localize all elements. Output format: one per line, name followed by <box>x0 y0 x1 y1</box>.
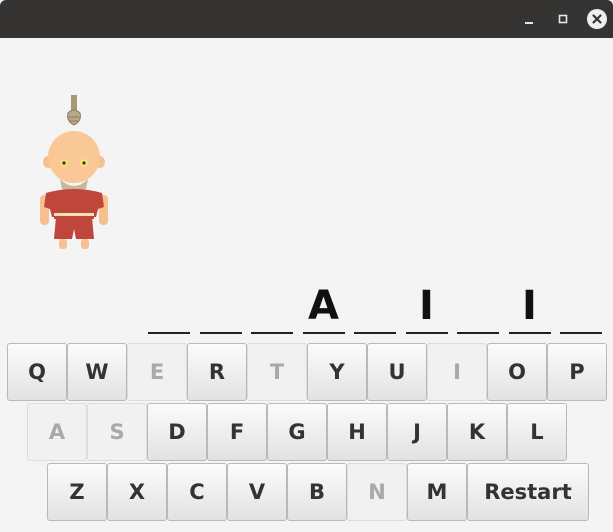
key-f[interactable]: F <box>207 403 267 461</box>
letter-slot <box>457 282 499 334</box>
letter-slot <box>251 282 293 334</box>
letter-slot <box>148 282 190 334</box>
key-k[interactable]: K <box>447 403 507 461</box>
letter-slot <box>560 282 602 334</box>
key-a[interactable]: A <box>27 403 87 461</box>
maximize-icon[interactable] <box>553 9 573 29</box>
key-y[interactable]: Y <box>307 343 367 401</box>
letter-slot: A <box>302 282 345 334</box>
key-x[interactable]: X <box>107 463 167 521</box>
key-b[interactable]: B <box>287 463 347 521</box>
letter-slot-underline <box>457 332 499 334</box>
minimize-icon[interactable] <box>519 9 539 29</box>
key-v[interactable]: V <box>227 463 287 521</box>
letter-slot-underline <box>405 332 448 334</box>
key-e[interactable]: E <box>127 343 187 401</box>
key-o[interactable]: O <box>487 343 547 401</box>
letter-slot-underline <box>148 332 190 334</box>
hanged-man-figure <box>40 95 108 249</box>
key-w[interactable]: W <box>67 343 127 401</box>
letter-slot-char: I <box>419 283 434 329</box>
key-q[interactable]: Q <box>7 343 67 401</box>
key-p[interactable]: P <box>547 343 607 401</box>
key-s[interactable]: S <box>87 403 147 461</box>
letter-slot-underline <box>354 332 396 334</box>
key-z[interactable]: Z <box>47 463 107 521</box>
key-g[interactable]: G <box>267 403 327 461</box>
key-u[interactable]: U <box>367 343 427 401</box>
key-t[interactable]: T <box>247 343 307 401</box>
key-c[interactable]: C <box>167 463 227 521</box>
key-r[interactable]: R <box>187 343 247 401</box>
title-bar <box>0 0 613 38</box>
key-j[interactable]: J <box>387 403 447 461</box>
key-n[interactable]: N <box>347 463 407 521</box>
letter-slot-underline <box>199 332 242 334</box>
letter-slot: I <box>405 282 448 334</box>
letter-slot: I <box>508 282 551 334</box>
letter-slot-underline <box>302 332 345 334</box>
letter-slot-char: I <box>522 283 537 329</box>
key-d[interactable]: D <box>147 403 207 461</box>
key-i[interactable]: I <box>427 343 487 401</box>
close-icon[interactable] <box>587 9 607 29</box>
letter-slot-char: A <box>308 283 339 329</box>
letter-slot <box>354 282 396 334</box>
key-m[interactable]: M <box>407 463 467 521</box>
key-h[interactable]: H <box>327 403 387 461</box>
letter-slot <box>199 282 242 334</box>
restart-button[interactable]: Restart <box>467 463 589 521</box>
letter-slot-underline <box>560 332 602 334</box>
letter-slot-underline <box>251 332 293 334</box>
letter-slot-underline <box>508 332 551 334</box>
key-l[interactable]: L <box>507 403 567 461</box>
